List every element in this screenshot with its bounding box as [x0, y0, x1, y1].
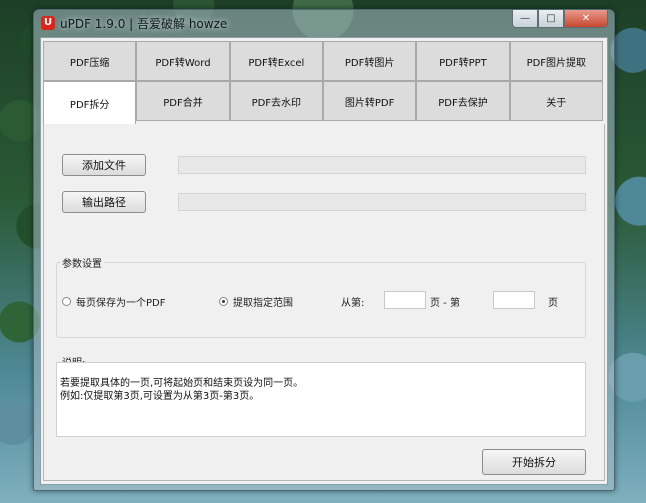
output-path-field[interactable] — [178, 193, 586, 211]
app-window: U uPDF 1.9.0 | 吾爱破解 howze — □ ✕ PDF压缩 PD… — [33, 9, 615, 491]
params-group-title: 参数设置 — [60, 255, 104, 270]
radio-range-label: 提取指定范围 — [233, 298, 293, 309]
output-path-button[interactable]: 输出路径 — [62, 191, 146, 213]
app-logo-icon: U — [41, 16, 55, 30]
tab-pdf-split[interactable]: PDF拆分 — [43, 81, 137, 125]
radio-range-indicator[interactable] — [219, 297, 228, 306]
tab-row-bottom: PDF拆分 PDF合并 PDF去水印 图片转PDF PDF去保护 关于 — [43, 81, 603, 125]
tab-image-to-pdf[interactable]: 图片转PDF — [322, 81, 417, 121]
from-page-input[interactable] — [384, 291, 426, 309]
page-suffix-label: 页 — [548, 298, 558, 309]
tab-row-top: PDF压缩 PDF转Word PDF转Excel PDF转图片 PDF转PPT … — [43, 41, 603, 81]
tab-pdf-to-image[interactable]: PDF转图片 — [322, 41, 417, 81]
tab-pdf-to-ppt[interactable]: PDF转PPT — [416, 41, 510, 81]
notes-box: 若要提取具体的一页,可将起始页和结束页设为同一页。 例如:仅提取第3页,可设置为… — [56, 362, 586, 437]
tab-pdf-image-extract[interactable]: PDF图片提取 — [509, 41, 603, 81]
title-bar[interactable]: U uPDF 1.9.0 | 吾爱破解 howze — □ ✕ — [34, 10, 614, 36]
radio-range[interactable]: 提取指定范围 — [219, 294, 293, 309]
tab-about[interactable]: 关于 — [509, 81, 603, 121]
tab-pdf-merge[interactable]: PDF合并 — [136, 81, 230, 121]
minimize-button[interactable]: — — [512, 10, 538, 28]
window-title: uPDF 1.9.0 | 吾爱破解 howze — [60, 17, 228, 31]
tab-pdf-to-excel[interactable]: PDF转Excel — [229, 41, 323, 81]
add-file-button[interactable]: 添加文件 — [62, 154, 146, 176]
maximize-button[interactable]: □ — [538, 10, 564, 28]
tab-pdf-unprotect[interactable]: PDF去保护 — [416, 81, 510, 121]
radio-each-page[interactable]: 每页保存为一个PDF — [62, 294, 165, 309]
tab-pdf-compress[interactable]: PDF压缩 — [43, 41, 137, 81]
client-area: PDF压缩 PDF转Word PDF转Excel PDF转图片 PDF转PPT … — [40, 37, 608, 485]
tab-pdf-to-word[interactable]: PDF转Word — [136, 41, 230, 81]
tab-pdf-remove-watermark[interactable]: PDF去水印 — [229, 81, 323, 121]
close-button[interactable]: ✕ — [564, 10, 608, 28]
note-line-2: 例如:仅提取第3页,可设置为从第3页-第3页。 — [60, 391, 260, 402]
radio-each-page-label: 每页保存为一个PDF — [76, 298, 166, 309]
file-path-field[interactable] — [178, 156, 586, 174]
start-split-button[interactable]: 开始拆分 — [482, 449, 586, 475]
to-page-input[interactable] — [493, 291, 535, 309]
page-dash-label: 页 - 第 — [430, 298, 460, 309]
split-panel: 添加文件 输出路径 参数设置 每页保存为一个PDF 提取指定范围 从第: 页 -… — [43, 124, 605, 481]
window-controls: — □ ✕ — [512, 10, 608, 28]
radio-each-page-indicator[interactable] — [62, 297, 71, 306]
from-page-label: 从第: — [341, 298, 365, 309]
